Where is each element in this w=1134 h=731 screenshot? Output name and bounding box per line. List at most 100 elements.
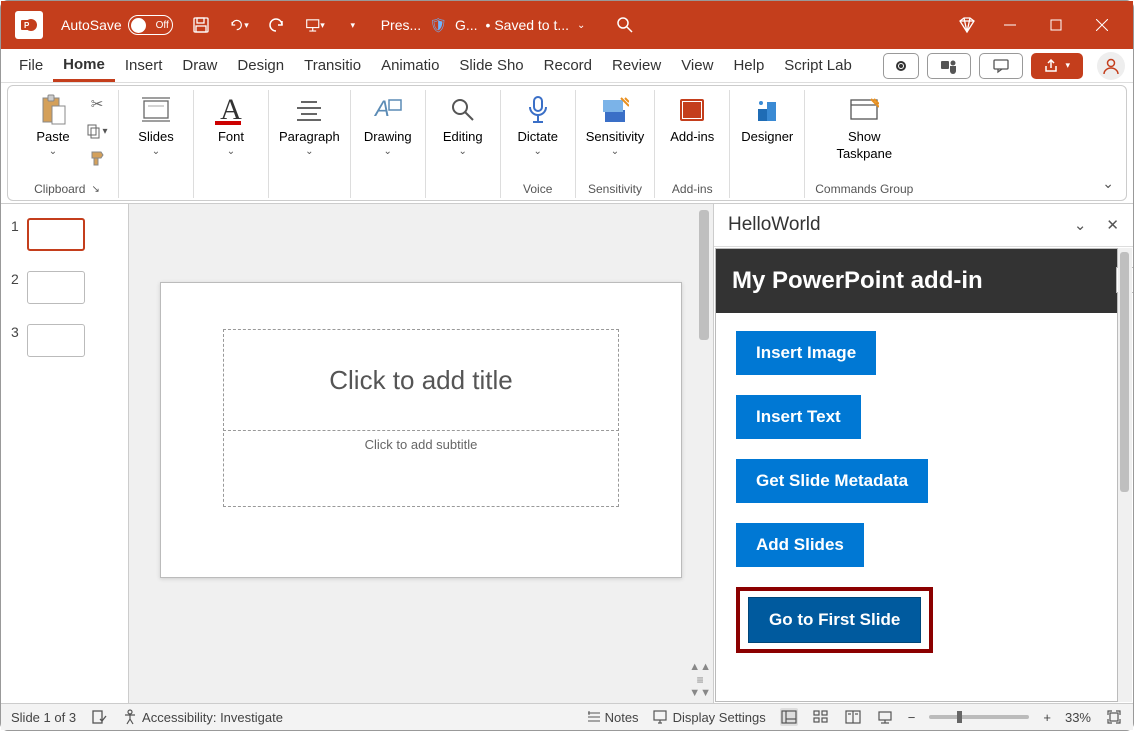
ribbon-collapse-icon[interactable]: ⌄ — [1102, 175, 1114, 192]
thumbnail-1[interactable]: 1 — [11, 218, 118, 251]
taskpane-dropdown-icon[interactable]: ⌄ — [1074, 216, 1087, 234]
clipboard-launcher-icon[interactable]: ↘ — [91, 184, 99, 195]
user-avatar[interactable] — [1097, 52, 1125, 80]
app-icon: P — [15, 11, 43, 39]
show-taskpane-button[interactable]: Show Taskpane — [836, 93, 892, 161]
svg-text:A: A — [373, 96, 390, 121]
insert-image-button[interactable]: Insert Image — [736, 331, 876, 375]
tab-slideshow[interactable]: Slide Sho — [449, 49, 533, 82]
highlighted-action: Go to First Slide — [736, 587, 933, 653]
status-g: G... — [455, 17, 478, 33]
add-slides-button[interactable]: Add Slides — [736, 523, 864, 567]
taskpane-title: HelloWorld — [728, 214, 821, 236]
addin-banner: My PowerPoint add-in — [716, 249, 1117, 313]
sensitivity-button[interactable]: Sensitivity⌄ — [586, 93, 645, 157]
display-settings-button[interactable]: Display Settings — [653, 710, 766, 725]
search-icon[interactable] — [615, 15, 635, 35]
shield-icon: 🛡 — [429, 17, 447, 34]
sensitivity-group-label: Sensitivity — [588, 180, 642, 198]
prev-slide-icon[interactable]: ▲▲ — [689, 661, 711, 673]
fit-window-icon[interactable] — [1105, 708, 1123, 726]
teams-button[interactable] — [927, 53, 971, 79]
zoom-slider[interactable] — [929, 715, 1029, 719]
toggle-off-text: Off — [156, 20, 169, 31]
ribbon-tabs: File Home Insert Draw Design Transitio A… — [1, 49, 1133, 83]
close-button[interactable] — [1079, 1, 1125, 49]
maximize-button[interactable] — [1033, 1, 1079, 49]
comments-button[interactable] — [979, 53, 1023, 79]
saved-dropdown-icon[interactable]: ⌄ — [577, 20, 585, 31]
spellcheck-icon[interactable] — [90, 708, 108, 726]
minimize-button[interactable] — [987, 1, 1033, 49]
editing-button[interactable]: Editing⌄ — [436, 93, 490, 157]
saved-status: • Saved to t... — [486, 17, 570, 33]
save-icon[interactable] — [191, 15, 211, 35]
drawing-button[interactable]: A Drawing⌄ — [361, 93, 415, 157]
premium-icon[interactable] — [957, 15, 977, 35]
slide[interactable]: Click to add title Click to add subtitle — [160, 282, 682, 578]
redo-icon[interactable] — [267, 15, 287, 35]
designer-button[interactable]: Designer — [740, 93, 794, 144]
paste-button[interactable]: Paste ⌄ — [26, 93, 80, 157]
slide-thumbnails: 1 2 3 — [1, 204, 129, 703]
slide-canvas: Click to add title Click to add subtitle… — [129, 204, 713, 703]
tab-transitions[interactable]: Transitio — [294, 49, 371, 82]
svg-text:P: P — [24, 21, 30, 30]
recording-button[interactable] — [883, 53, 919, 79]
reading-view-icon[interactable] — [844, 708, 862, 726]
autosave-label: AutoSave — [61, 17, 122, 33]
thumbnail-2[interactable]: 2 — [11, 271, 118, 304]
format-painter-icon[interactable] — [86, 147, 108, 169]
statusbar: Slide 1 of 3 Accessibility: Investigate … — [1, 703, 1133, 730]
accessibility-status[interactable]: Accessibility: Investigate — [122, 709, 283, 725]
paragraph-button[interactable]: Paragraph⌄ — [279, 93, 340, 157]
undo-icon[interactable]: ▾ — [229, 15, 249, 35]
cut-icon[interactable]: ✂ — [86, 93, 108, 115]
thumbnail-3[interactable]: 3 — [11, 324, 118, 357]
copy-icon[interactable]: ▾ — [86, 120, 108, 142]
slideshow-view-icon[interactable] — [876, 708, 894, 726]
subtitle-placeholder[interactable]: Click to add subtitle — [223, 433, 619, 507]
tab-insert[interactable]: Insert — [115, 49, 173, 82]
zoom-level[interactable]: 33% — [1065, 710, 1091, 725]
taskpane-close-icon[interactable]: ✕ — [1106, 216, 1119, 234]
tab-home[interactable]: Home — [53, 49, 115, 82]
insert-text-button[interactable]: Insert Text — [736, 395, 861, 439]
notes-button[interactable]: Notes — [587, 710, 639, 725]
commands-group-label: Commands Group — [815, 180, 913, 198]
voice-group-label: Voice — [523, 180, 552, 198]
tab-file[interactable]: File — [9, 49, 53, 82]
clipboard-group-label: Clipboard — [34, 182, 85, 196]
tab-draw[interactable]: Draw — [172, 49, 227, 82]
titlebar: P AutoSave Off ▾ ▾ ▾ Pres... 🛡 G... • Sa… — [1, 1, 1133, 49]
normal-view-icon[interactable] — [780, 708, 798, 726]
sorter-view-icon[interactable] — [812, 708, 830, 726]
qat-dropdown-icon[interactable]: ▾ — [343, 15, 363, 35]
present-icon[interactable]: ▾ — [305, 15, 325, 35]
addins-button[interactable]: Add-ins — [665, 93, 719, 144]
zoom-in-icon[interactable]: + — [1043, 710, 1051, 725]
tab-view[interactable]: View — [671, 49, 723, 82]
main-area: 1 2 3 Click to add title Click to add su… — [1, 203, 1133, 703]
dictate-button[interactable]: Dictate⌄ — [511, 93, 565, 157]
tab-animations[interactable]: Animatio — [371, 49, 449, 82]
tab-design[interactable]: Design — [227, 49, 294, 82]
tab-help[interactable]: Help — [723, 49, 774, 82]
share-button[interactable]: ▾ — [1031, 53, 1083, 79]
zoom-out-icon[interactable]: − — [908, 710, 916, 725]
slides-button[interactable]: Slides⌄ — [129, 93, 183, 157]
title-placeholder[interactable]: Click to add title — [223, 329, 619, 431]
slide-counter[interactable]: Slide 1 of 3 — [11, 710, 76, 725]
go-first-slide-button[interactable]: Go to First Slide — [748, 597, 921, 643]
get-metadata-button[interactable]: Get Slide Metadata — [736, 459, 928, 503]
autosave-toggle[interactable]: AutoSave Off — [61, 15, 173, 35]
tab-record[interactable]: Record — [534, 49, 602, 82]
canvas-scrollbar[interactable]: ▲▲ ≡ ▼▼ — [697, 204, 713, 703]
tab-review[interactable]: Review — [602, 49, 671, 82]
ribbon: Paste ⌄ ✂ ▾ Clipboard ↘ Slides⌄ A Font⌄ … — [7, 85, 1127, 201]
taskpane-scrollbar[interactable] — [1118, 248, 1132, 702]
tab-scriptlab[interactable]: Script Lab — [774, 49, 862, 82]
document-name[interactable]: Pres... — [381, 17, 421, 33]
font-button[interactable]: A Font⌄ — [204, 93, 258, 157]
next-slide-icon[interactable]: ▼▼ — [689, 687, 711, 699]
